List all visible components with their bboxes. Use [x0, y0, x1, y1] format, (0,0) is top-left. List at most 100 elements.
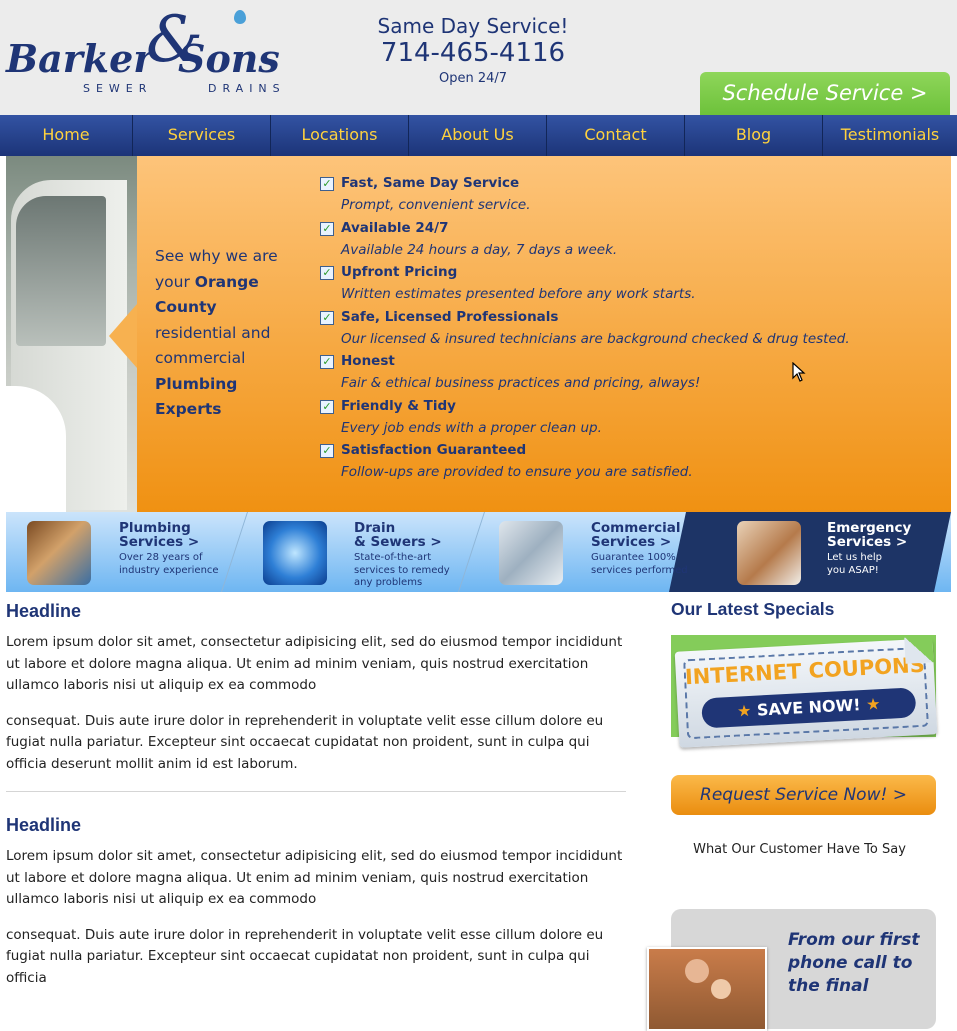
commercial-thumbnail — [499, 521, 563, 585]
page-curl — [904, 636, 934, 664]
testimonial-card: From our first phone call to the final — [647, 909, 936, 1031]
feature-title: Fast, Same Day Service — [341, 175, 520, 191]
drain-thumbnail — [263, 521, 327, 585]
service-title: Drain & Sewers > — [354, 521, 442, 549]
coupon-cta-label: SAVE NOW! — [756, 695, 861, 720]
article-headline: Headline — [6, 601, 82, 621]
nav-home[interactable]: Home — [0, 115, 133, 156]
nav-about-us[interactable]: About Us — [409, 115, 547, 156]
article-headline: Headline — [6, 815, 82, 835]
nav-testimonials[interactable]: Testimonials — [823, 115, 957, 156]
service-commercial[interactable]: Commercial Services > Guarantee 100% servi… — [478, 512, 688, 592]
feature-item: ✓ Fast, Same Day Service Prompt, convenie… — [320, 172, 930, 217]
request-service-button[interactable]: Request Service Now! > — [671, 775, 936, 815]
service-title-line: & Sewers > — [354, 534, 442, 550]
feature-list: ✓ Fast, Same Day Service Prompt, convenie… — [320, 172, 930, 484]
service-tagline: Same Day Service! — [377, 14, 569, 38]
feature-title: Available 24/7 — [341, 219, 449, 236]
article-paragraph: Lorem ipsum dolor sit amet, consectetur … — [6, 848, 623, 907]
service-desc-line: Guarantee 100% — [591, 552, 676, 563]
customer-face — [711, 979, 731, 999]
services-strip: Plumbing Services > Over 28 years of indus… — [6, 512, 951, 592]
service-title-line: Services > — [119, 534, 200, 550]
site-header: Barker & Sons SEWER DRAINS Same Day Serv… — [0, 0, 957, 116]
service-desc-line: any problems — [354, 577, 423, 588]
service-desc-line: services to remedy — [354, 564, 450, 576]
service-desc-line: you ASAP! — [827, 564, 879, 576]
feature-item: ✓ Honest Fair & ethical business practice… — [320, 350, 930, 395]
service-desc-line: Over 28 years of — [119, 552, 203, 563]
service-title-line: Services > — [591, 534, 672, 550]
feature-item: ✓ Upfront Pricing Written estimates prese… — [320, 261, 930, 306]
brand-sub-right: DRAINS — [208, 82, 286, 95]
feature-item: ✓ Available 24/7 Available 24 hours a day… — [320, 217, 930, 262]
feature-title: Upfront Pricing — [341, 264, 458, 280]
hero-intro-text-2: residential and commercial — [155, 323, 271, 368]
nav-services[interactable]: Services — [133, 115, 271, 156]
customer-photo — [647, 947, 767, 1031]
service-plumbing[interactable]: Plumbing Services > Over 28 years of indus… — [6, 512, 236, 592]
star-icon: ★ — [736, 700, 752, 721]
service-desc: Over 28 years of industry experience — [119, 552, 219, 577]
brand-sub-left: SEWER — [83, 82, 153, 95]
feature-desc: Available 24 hours a day, 7 days a week. — [341, 241, 618, 258]
feature-desc: Every job ends with a proper clean up. — [341, 419, 602, 436]
article-paragraph: consequat. Duis aute irure dolor in repr… — [6, 712, 604, 772]
service-desc-line: services performed — [591, 564, 688, 576]
service-emergency[interactable]: Emergency Services > Let us help you ASAP! — [716, 512, 951, 592]
feature-item: ✓ Safe, Licensed Professionals Our licens… — [320, 306, 930, 351]
checkbox-icon: ✓ — [320, 221, 334, 236]
testimonial-heading: What Our Customer Have To Say — [693, 842, 906, 857]
schedule-service-button[interactable]: Schedule Service > — [700, 72, 950, 116]
nav-contact[interactable]: Contact — [547, 115, 685, 156]
checkbox-icon: ✓ — [320, 310, 334, 325]
feature-desc: Written estimates presented before any w… — [341, 286, 696, 302]
hero-pointer — [109, 304, 137, 368]
hero-intro-expertise: Plumbing Experts — [155, 374, 238, 419]
feature-desc: Prompt, convenient service. — [341, 197, 531, 213]
feature-title: Honest — [341, 353, 395, 369]
contact-block: Same Day Service! 714-465-4116 Open 24/7 — [373, 14, 573, 88]
checkbox-icon: ✓ — [320, 399, 334, 414]
internet-coupons-banner[interactable]: INTERNET COUPONS ★ SAVE NOW! ★ — [671, 635, 938, 748]
hours-text: Open 24/7 — [438, 71, 508, 86]
van-window — [16, 196, 106, 346]
service-title: Plumbing Services > — [119, 521, 199, 549]
brand-name-left: Barker — [6, 36, 154, 81]
plumbing-thumbnail — [27, 521, 91, 585]
checkbox-icon: ✓ — [320, 355, 334, 369]
service-title: Emergency Services > — [827, 521, 911, 549]
testimonial-quote: From our first phone call to the final — [788, 930, 920, 996]
service-desc-line: industry experience — [119, 564, 219, 576]
sidebar: Our Latest Specials INTERNET COUPONS ★ S… — [647, 598, 938, 1031]
specials-title: Our Latest Specials — [671, 599, 835, 619]
mouse-pointer-icon — [792, 362, 806, 382]
feature-desc: Our licensed & insured technicians are b… — [341, 330, 850, 347]
service-title: Commercial Services > — [591, 521, 681, 549]
brand-logo[interactable]: Barker & Sons SEWER DRAINS — [6, 8, 306, 108]
checkbox-icon: ✓ — [320, 177, 334, 191]
hero-banner: See why we are your Orange County reside… — [6, 156, 951, 512]
feature-title: Friendly & Tidy — [341, 397, 456, 414]
main-content: Headline Lorem ipsum dolor sit amet, con… — [6, 598, 626, 1003]
checkbox-icon: ✓ — [320, 444, 334, 458]
service-desc: Let us help you ASAP! — [827, 552, 882, 577]
feature-title: Safe, Licensed Professionals — [341, 308, 559, 325]
hero-intro: See why we are your Orange County reside… — [155, 244, 285, 423]
service-desc-line: Let us help — [827, 552, 882, 563]
article-paragraph: consequat. Duis aute irure dolor in repr… — [6, 926, 604, 986]
feature-item: ✓ Friendly & Tidy Every job ends with a p… — [320, 395, 930, 440]
nav-blog[interactable]: Blog — [685, 115, 823, 156]
feature-desc: Fair & ethical business practices and pr… — [341, 375, 701, 391]
feature-title: Satisfaction Guaranteed — [341, 442, 527, 458]
customer-face — [685, 959, 709, 983]
main-nav: Home Services Locations About Us Contact… — [0, 115, 957, 156]
service-drain-sewers[interactable]: Drain & Sewers > State-of-the-art services… — [242, 512, 472, 592]
nav-locations[interactable]: Locations — [271, 115, 409, 156]
brand-name-right: Sons — [178, 36, 280, 81]
checkbox-icon: ✓ — [320, 266, 334, 280]
phone-number[interactable]: 714-465-4116 — [373, 38, 573, 68]
article-paragraph: Lorem ipsum dolor sit amet, consectetur … — [6, 634, 623, 693]
water-drop-icon — [234, 10, 246, 24]
star-icon: ★ — [865, 694, 881, 714]
